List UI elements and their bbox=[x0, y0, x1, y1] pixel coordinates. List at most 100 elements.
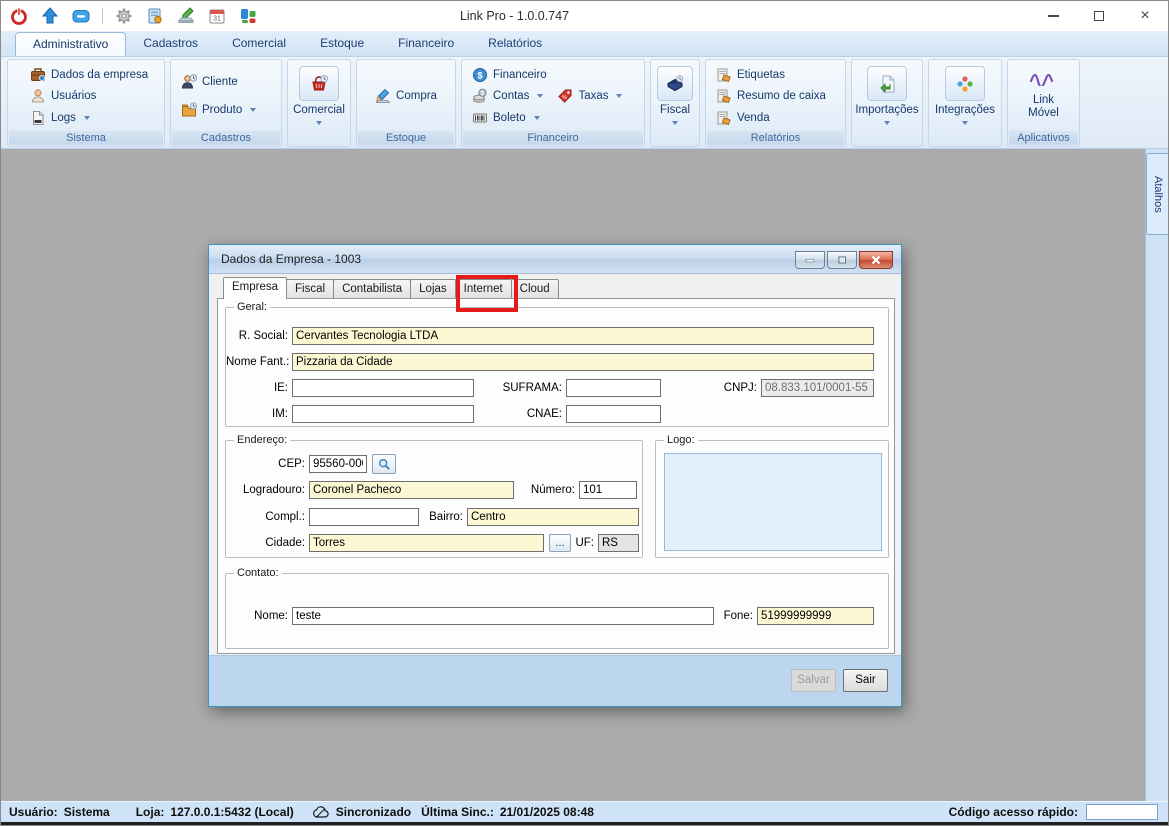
r-social-label: R. Social: bbox=[226, 330, 288, 342]
logs-button[interactable]: Logs bbox=[10, 109, 162, 127]
ribbon-tab-comercial[interactable]: Comercial bbox=[215, 32, 303, 56]
cnpj-label: CNPJ: bbox=[681, 382, 757, 394]
boleto-button[interactable]: Boleto bbox=[464, 109, 642, 127]
etiquetas-button[interactable]: Etiquetas bbox=[708, 66, 843, 84]
dados-da-empresa-button[interactable]: Dados da empresa bbox=[10, 66, 162, 84]
cliente-label: Cliente bbox=[202, 76, 238, 88]
minimize-icon bbox=[804, 255, 816, 265]
cnpj-input[interactable] bbox=[761, 379, 874, 397]
importacoes-button[interactable]: Importações bbox=[854, 62, 920, 144]
cep-search-button[interactable] bbox=[372, 454, 396, 474]
chevron-down-icon bbox=[672, 121, 678, 125]
compl-input[interactable] bbox=[309, 508, 419, 526]
cnae-input[interactable] bbox=[566, 405, 661, 423]
nome-fant-input[interactable] bbox=[292, 353, 874, 371]
dialog-title-bar[interactable]: Dados da Empresa - 1003 bbox=[209, 245, 901, 274]
tab-lojas[interactable]: Lojas bbox=[410, 279, 456, 299]
fiscal-icon bbox=[657, 66, 693, 101]
im-label: IM: bbox=[226, 408, 288, 420]
ribbon-group-estoque: Compra Estoque bbox=[356, 59, 456, 147]
integracoes-button[interactable]: Integrações bbox=[931, 62, 999, 144]
shortcuts-panel: Atalhos bbox=[1145, 149, 1168, 801]
endereco-groupbox: Endereço: CEP: Logradouro: Número: Compl… bbox=[225, 440, 643, 558]
im-input[interactable] bbox=[292, 405, 474, 423]
numero-label: Número: bbox=[518, 484, 575, 496]
venda-label: Venda bbox=[737, 112, 770, 124]
codigo-acesso-label: Código acesso rápido: bbox=[949, 805, 1078, 819]
tab-fiscal[interactable]: Fiscal bbox=[286, 279, 334, 299]
close-button[interactable]: × bbox=[1122, 1, 1168, 31]
contato-caption: Contato: bbox=[234, 567, 282, 580]
produto-label: Produto bbox=[202, 104, 242, 116]
dialog-minimize-button[interactable] bbox=[795, 251, 825, 269]
tab-empresa[interactable]: Empresa bbox=[223, 277, 287, 299]
status-bar: Usuário: Sistema Loja: 127.0.0.1:5432 (L… bbox=[1, 801, 1168, 822]
boleto-label: Boleto bbox=[493, 112, 526, 124]
venda-button[interactable]: Venda bbox=[708, 109, 843, 127]
cep-input[interactable] bbox=[309, 455, 367, 473]
suframa-input[interactable] bbox=[566, 379, 661, 397]
contato-groupbox: Contato: Nome: Fone: bbox=[225, 573, 889, 649]
produto-button[interactable]: Produto bbox=[173, 101, 279, 119]
comercial-button[interactable]: Comercial bbox=[290, 62, 348, 144]
comercial-label: Comercial bbox=[293, 104, 345, 117]
sair-button[interactable]: Sair bbox=[843, 669, 888, 692]
taxas-button[interactable]: % Taxas bbox=[557, 87, 622, 105]
cloud-sync-icon bbox=[312, 806, 330, 819]
resumo-de-caixa-label: Resumo de caixa bbox=[737, 90, 826, 102]
ribbon-tab-relatorios[interactable]: Relatórios bbox=[471, 32, 559, 56]
link-movel-label: Link Móvel bbox=[1024, 94, 1064, 120]
chevron-down-icon bbox=[84, 116, 90, 120]
ribbon-tab-financeiro[interactable]: Financeiro bbox=[381, 32, 471, 56]
logs-label: Logs bbox=[51, 112, 76, 124]
ie-input[interactable] bbox=[292, 379, 474, 397]
workspace: Atalhos Dados da Empresa - 1003 Empresa … bbox=[1, 149, 1168, 801]
uf-input[interactable] bbox=[598, 534, 639, 552]
usuarios-button[interactable]: Usuários bbox=[10, 87, 162, 105]
fiscal-button[interactable]: Fiscal bbox=[653, 62, 697, 144]
maximize-button[interactable] bbox=[1076, 1, 1122, 31]
ribbon-group-relatorios: Etiquetas Resumo de caixa Venda Relatóri… bbox=[705, 59, 846, 147]
ribbon-tab-estoque[interactable]: Estoque bbox=[303, 32, 381, 56]
financeiro-button[interactable]: $ Financeiro bbox=[464, 66, 642, 84]
bairro-input[interactable] bbox=[467, 508, 639, 526]
compra-label: Compra bbox=[396, 90, 437, 102]
window-controls: × bbox=[1030, 1, 1168, 31]
sync-status: Sincronizado bbox=[336, 805, 411, 819]
codigo-acesso-input[interactable] bbox=[1086, 804, 1158, 820]
contas-button[interactable]: $ Contas bbox=[472, 87, 543, 105]
window-bottom-edge bbox=[1, 822, 1168, 826]
minimize-button[interactable] bbox=[1030, 1, 1076, 31]
logo-groupbox: Logo: bbox=[655, 440, 889, 558]
dialog-close-button[interactable] bbox=[859, 251, 893, 269]
ribbon-group-integracoes: Integrações bbox=[928, 59, 1002, 147]
logo-caption: Logo: bbox=[664, 434, 698, 447]
contas-label: Contas bbox=[493, 90, 529, 102]
fone-input[interactable] bbox=[757, 607, 874, 625]
logradouro-input[interactable] bbox=[309, 481, 514, 499]
resumo-de-caixa-button[interactable]: Resumo de caixa bbox=[708, 87, 843, 105]
r-social-input[interactable] bbox=[292, 327, 874, 345]
usuario-value: Sistema bbox=[64, 805, 110, 819]
group-caption-financeiro: Financeiro bbox=[463, 131, 643, 145]
cliente-button[interactable]: Cliente bbox=[173, 73, 279, 91]
ribbon-tab-cadastros[interactable]: Cadastros bbox=[126, 32, 215, 56]
group-caption-aplicativos: Aplicativos bbox=[1009, 131, 1078, 145]
tab-contabilista[interactable]: Contabilista bbox=[333, 279, 411, 299]
cidade-browse-button[interactable]: ... bbox=[549, 534, 571, 552]
ribbon-tab-administrativo[interactable]: Administrativo bbox=[15, 32, 126, 56]
group-caption-estoque: Estoque bbox=[358, 131, 454, 145]
contato-nome-input[interactable] bbox=[292, 607, 714, 625]
dialog-restore-button[interactable] bbox=[827, 251, 857, 269]
numero-input[interactable] bbox=[579, 481, 637, 499]
link-movel-icon bbox=[1029, 70, 1059, 91]
endereco-caption: Endereço: bbox=[234, 434, 290, 447]
chevron-down-icon bbox=[534, 116, 540, 120]
compra-button[interactable]: Compra bbox=[371, 87, 441, 105]
salvar-button[interactable]: Salvar bbox=[791, 669, 836, 692]
link-movel-button[interactable]: Link Móvel bbox=[1010, 62, 1077, 130]
atalhos-tab[interactable]: Atalhos bbox=[1146, 153, 1169, 235]
close-icon bbox=[870, 255, 882, 265]
suframa-label: SUFRAMA: bbox=[496, 382, 562, 394]
cidade-input[interactable] bbox=[309, 534, 544, 552]
